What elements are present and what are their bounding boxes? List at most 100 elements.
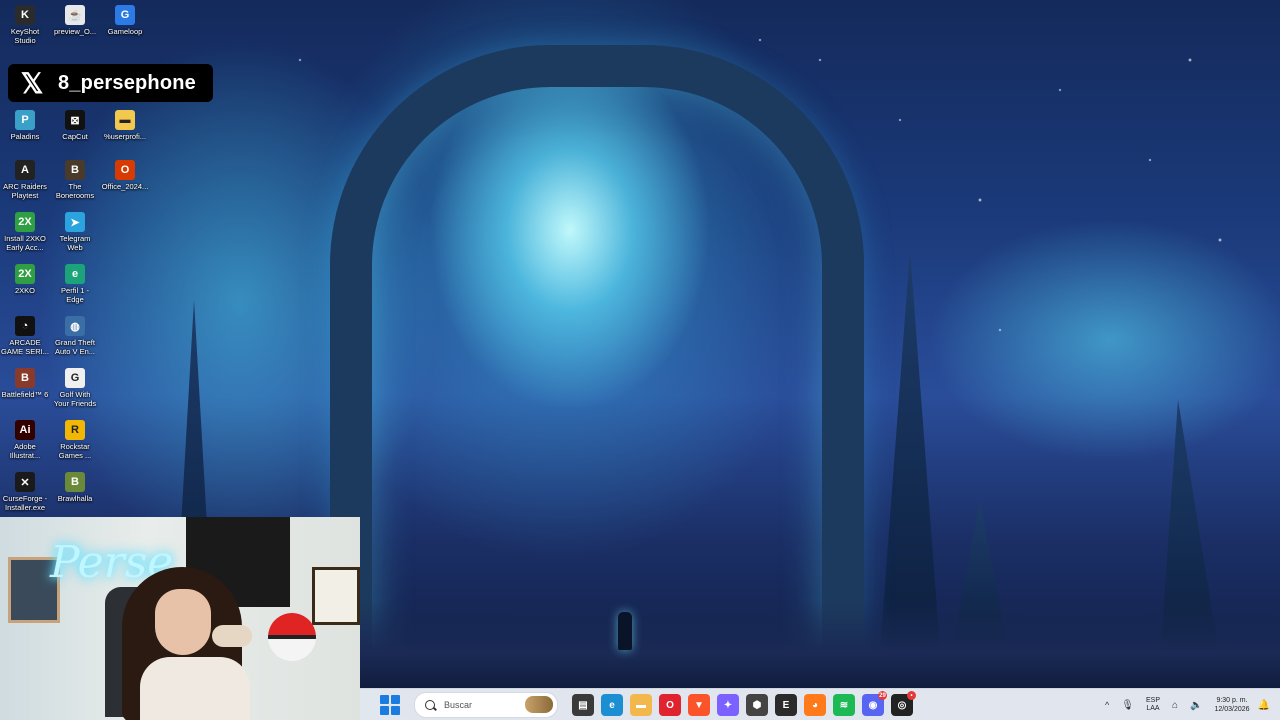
desktop-shortcut[interactable]: ⊠ CapCut [50,110,100,141]
system-tray: ^ 🎙 ESP LAA ⌂ 🔈 9:30 p. m. 12/03/2026 🔔 [1105,689,1280,720]
desktop-shortcut[interactable]: K KeyShot Studio [0,5,50,45]
clock-time: 9:30 p. m. [1216,697,1248,704]
paladins-icon: P [15,110,35,130]
illustrator-icon: Ai [15,420,35,440]
spotify-icon[interactable]: ≋ [833,694,855,716]
opera-icon[interactable]: O [659,694,681,716]
obs-icon[interactable]: ◎ • [891,691,916,716]
x-handle-overlay: 𝕏 8_persephone [8,64,213,102]
language-indicator[interactable]: ESP LAA [1146,697,1160,713]
desktop-shortcut-label: Grand Theft Auto V En... [54,338,96,356]
microphone-icon[interactable]: 🎙 [1121,700,1134,711]
x-logo-icon: 𝕏 [20,67,44,99]
taskbar-clock[interactable]: 9:30 p. m. 12/03/2026 [1215,696,1250,714]
desktop-shortcut-label: Brawlhalla [57,494,93,503]
firefox-icon[interactable]: ◕ [804,694,826,716]
clock-date: 12/03/2026 [1214,706,1250,713]
desktop-shortcut[interactable]: B Brawlhalla [50,472,100,503]
brawlhalla-icon: B [65,472,85,492]
desktop-shortcut[interactable]: ➤ Telegram Web [50,212,100,252]
desktop-shortcut-label: Battlefield™ 6 [1,390,49,399]
desktop-shortcut[interactable]: ◍ Grand Theft Auto V En... [50,316,100,356]
desktop-shortcut[interactable]: O Office_2024... [100,160,150,191]
discord-icon[interactable]: ◉ 29 [862,691,887,716]
keyshot-icon: K [15,5,35,25]
desktop-shortcut-label: Golf With Your Friends [53,390,97,408]
desktop-shortcut-label: 2XKO [14,286,35,295]
curseforge-icon: ✕ [15,472,35,492]
telegram-icon: ➤ [65,212,85,232]
desktop-shortcut[interactable]: B The Bonerooms [50,160,100,200]
desktop-shortcut-label: Rockstar Games ... [58,442,92,460]
search-icon [425,700,435,710]
desktop-shortcut[interactable]: 2X Install 2XKO Early Acc... [0,212,50,252]
desktop-shortcut-label: ARCADE GAME SERI... [1,338,49,356]
desktop-shortcut[interactable]: ◔ ARCADE GAME SERI... [0,316,50,356]
desktop-shortcut-label: Adobe Illustrat... [9,442,41,460]
notification-bell-icon[interactable]: 🔔 [1258,700,1270,711]
desktop-shortcut[interactable]: P Paladins [0,110,50,141]
bonerooms-icon: B [65,160,85,180]
volume-icon[interactable]: 🔈 [1190,700,1202,711]
battlefield-icon: B [15,368,35,388]
desktop-shortcut[interactable]: Ai Adobe Illustrat... [0,420,50,460]
desktop-shortcut[interactable]: G Gameloop [100,5,150,36]
desktop-shortcut-label: KeyShot Studio [10,27,40,45]
edge-browser-icon[interactable]: e [601,694,623,716]
taskbar-search-box[interactable]: Buscar [414,692,558,718]
desktop-shortcut[interactable]: 2X 2XKO [0,264,50,295]
desktop-shortcut-label: %userprofi... [103,132,147,141]
desktop-shortcut[interactable]: R Rockstar Games ... [50,420,100,460]
taskbar: Buscar ▤ e ▬ O ▼ ✦ ⬢ E ◕ ≋ ◉ 29 ◎ • ^ 🎙 ESP LAA ⌂ 🔈 9… [360,688,1280,720]
show-hidden-icons-chevron-icon[interactable]: ^ [1105,700,1109,710]
webcam-picture-frame [312,567,360,625]
edge-icon: e [65,264,85,284]
desktop-shortcut[interactable]: G Golf With Your Friends [50,368,100,408]
capcut-icon: ⊠ [65,110,85,130]
file-explorer-icon[interactable]: ▬ [630,694,652,716]
desktop-shortcut-label: The Bonerooms [55,182,95,200]
webcam-microphone [212,625,252,647]
desktop-shortcut[interactable]: ✕ CurseForge - Installer.exe [0,472,50,512]
brave-icon[interactable]: ▼ [688,694,710,716]
2xko-installer-icon: 2X [15,212,35,232]
pacman-icon: ◔ [15,316,35,336]
office-icon: O [115,160,135,180]
file-explorer-dark-icon[interactable]: ▤ [572,694,594,716]
network-icon[interactable]: ⌂ [1172,700,1178,711]
desktop-shortcut[interactable]: A ARC Raiders Playtest [0,160,50,200]
language-bottom: LAA [1146,705,1160,712]
taskbar-pinned-apps: ▤ e ▬ O ▼ ✦ ⬢ E ◕ ≋ ◉ 29 ◎ • [558,691,916,716]
windows-start-icon[interactable] [380,695,400,715]
webcam-person-body [140,657,250,720]
desktop-shortcut-label: Telegram Web [59,234,91,252]
desktop-shortcut-label: Perfil 1 - Edge [61,286,89,304]
3d-app-icon[interactable]: ⬢ [746,694,768,716]
webcam-overlay: Perse [0,517,360,720]
x-handle-text: 8_persephone [58,71,197,94]
notification-badge: 29 [878,691,887,700]
desktop-shortcut-label: Office_2024... [101,182,149,191]
desktop-shortcut[interactable]: ▬ %userprofi... [100,110,150,141]
epic-games-icon[interactable]: E [775,694,797,716]
copilot-icon[interactable]: ✦ [717,694,739,716]
java-file-icon: ☕ [65,5,85,25]
wallpaper-lone-figure [618,612,632,650]
folder-icon: ▬ [115,110,135,130]
rockstar-icon: R [65,420,85,440]
notification-badge: • [907,691,916,700]
webcam-person-face [155,589,211,655]
search-placeholder: Buscar [444,700,473,710]
desktop-shortcut[interactable]: B Battlefield™ 6 [0,368,50,399]
gameloop-icon: G [115,5,135,25]
desktop-shortcut[interactable]: ☕ preview_O... [50,5,100,36]
desktop-shortcut[interactable]: e Perfil 1 - Edge [50,264,100,304]
language-top: ESP [1145,697,1160,704]
webcam-pokeball [268,613,316,661]
gta-globe-icon: ◍ [65,316,85,336]
golf-icon: G [65,368,85,388]
arc-raiders-icon: A [15,160,35,180]
desktop-shortcut-label: preview_O... [53,27,97,36]
search-highlight-icon [525,696,553,713]
desktop-shortcut-label: ARC Raiders Playtest [3,182,47,200]
